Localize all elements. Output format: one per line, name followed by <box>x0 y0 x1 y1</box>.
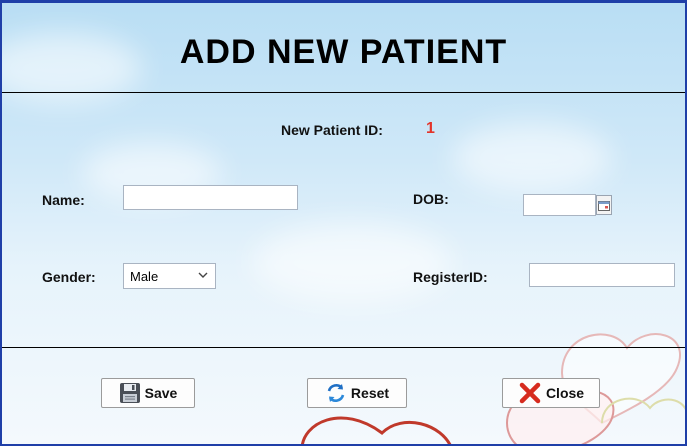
floppy-disk-icon <box>119 383 140 403</box>
refresh-icon <box>327 384 345 402</box>
dob-input[interactable] <box>523 194 596 216</box>
footer-divider <box>2 347 685 348</box>
save-button[interactable]: Save <box>101 378 195 408</box>
background-cloud <box>252 223 452 303</box>
red-x-icon <box>519 382 541 404</box>
patient-id-label: New Patient ID: <box>281 122 383 138</box>
close-button-label: Close <box>545 385 585 401</box>
close-button[interactable]: Close <box>502 378 600 408</box>
register-id-label: RegisterID: <box>413 269 488 285</box>
header-divider <box>2 92 685 93</box>
gender-selected-value: Male <box>130 268 159 284</box>
reset-button[interactable]: Reset <box>307 378 407 408</box>
chevron-down-icon <box>198 272 208 278</box>
gender-select[interactable]: Male <box>123 263 216 289</box>
name-label: Name: <box>42 192 85 208</box>
background-cloud <box>452 123 612 193</box>
calendar-icon <box>598 200 610 211</box>
reset-button-label: Reset <box>350 385 390 401</box>
name-input[interactable] <box>123 185 298 210</box>
gender-label: Gender: <box>42 269 96 285</box>
patient-id-value: 1 <box>426 120 435 137</box>
calendar-button[interactable] <box>596 195 612 215</box>
add-patient-window: ADD NEW PATIENT New Patient ID: 1 Name: … <box>0 0 687 446</box>
dob-label: DOB: <box>413 191 449 207</box>
page-title: ADD NEW PATIENT <box>179 33 508 71</box>
register-id-input[interactable] <box>529 263 675 287</box>
save-button-label: Save <box>144 385 178 401</box>
